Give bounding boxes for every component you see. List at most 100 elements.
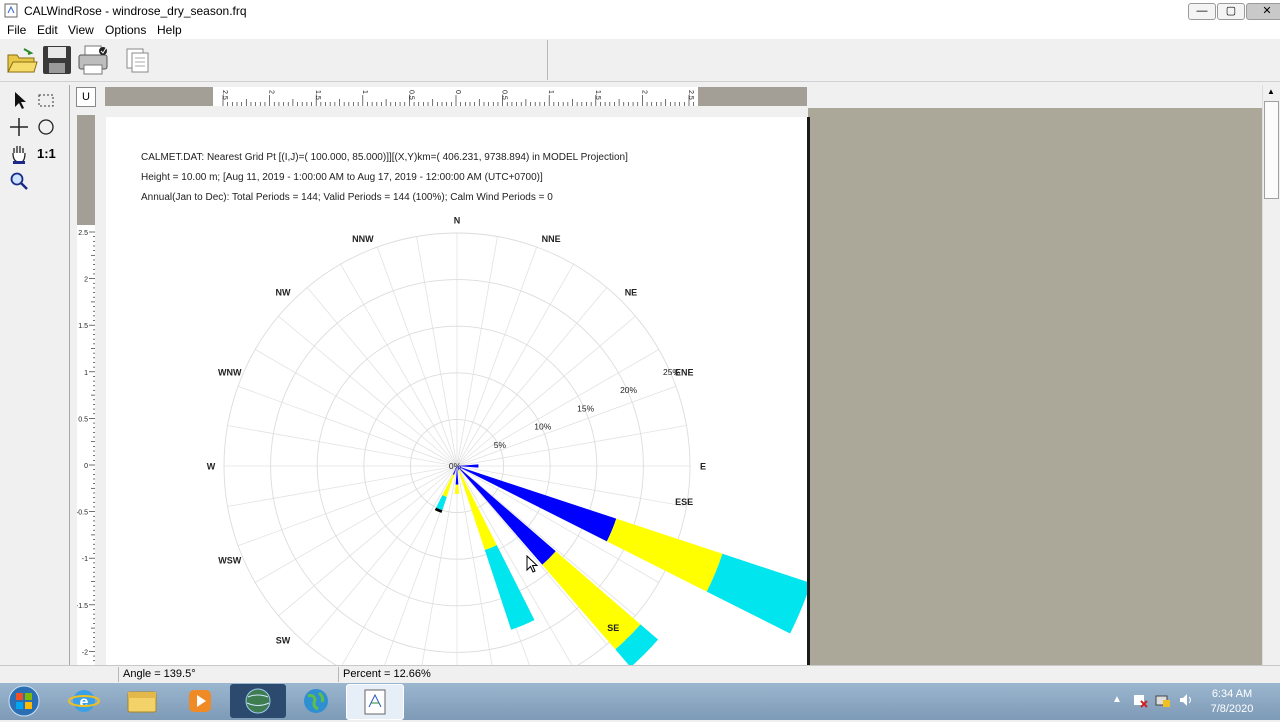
direction-label: WNW <box>218 367 242 377</box>
ruler-label: 2 <box>84 277 88 284</box>
ruler-label: -1 <box>82 556 88 563</box>
radial-spoke <box>278 315 458 467</box>
ruler-label: 0 <box>454 90 461 94</box>
media-player-icon[interactable] <box>172 684 228 718</box>
ruler-unit-button[interactable]: U <box>76 87 96 107</box>
direction-label: WSW <box>218 556 241 566</box>
menu-bar: File Edit View Options Help <box>0 21 1280 39</box>
wind-wedge <box>542 551 641 650</box>
globe-app-icon[interactable] <box>230 684 286 718</box>
wind-wedge <box>706 553 807 634</box>
ruler-margin-right <box>698 87 807 106</box>
ruler-label: 1.5 <box>314 90 321 100</box>
direction-label: N <box>454 216 461 226</box>
radial-spoke <box>306 287 458 467</box>
ruler-label: 1 <box>547 90 554 94</box>
radial-spoke <box>278 465 458 617</box>
wind-wedge <box>606 518 723 592</box>
direction-label: ESE <box>675 497 693 507</box>
print-icon[interactable] <box>76 43 110 77</box>
app-icon <box>4 3 18 18</box>
menu-edit[interactable]: Edit <box>37 23 58 37</box>
direction-label: SE <box>607 623 619 633</box>
save-disk-icon[interactable] <box>40 43 74 77</box>
ring-label: 15% <box>577 403 594 413</box>
tray-expand-icon[interactable]: ▲ <box>1112 694 1122 705</box>
ruler-label: 1 <box>361 90 368 94</box>
ruler-label: -1.5 <box>77 603 88 610</box>
vertical-ruler: 2.5 2 1.5 1 0.5 0 -0.5 -1 -1.5 -2 <box>76 225 95 665</box>
ruler-margin-left <box>105 87 213 106</box>
ie-icon[interactable]: e <box>56 684 112 718</box>
ruler-label: 2.5 <box>78 230 88 237</box>
arrow-pointer-icon[interactable] <box>8 89 30 111</box>
ruler-label: 2 <box>268 90 275 94</box>
wind-wedge <box>436 495 447 511</box>
scrollbar-thumb[interactable] <box>1264 101 1279 199</box>
ruler-label: 1.5 <box>594 90 601 100</box>
radial-spoke <box>421 465 458 665</box>
rect-select-icon[interactable] <box>35 89 57 111</box>
action-center-icon[interactable] <box>1132 692 1148 711</box>
tray-date: 7/8/2020 <box>1210 703 1254 715</box>
radial-spoke <box>456 287 608 467</box>
ruler-label: 0.5 <box>407 90 414 100</box>
radial-spoke <box>306 465 458 645</box>
ruler-label: 2.5 <box>221 90 228 100</box>
ruler-label: 0 <box>84 463 88 470</box>
title-bar: CALWindRose - windrose_dry_season.frq — … <box>0 0 1280 22</box>
ruler-margin-top <box>77 115 95 225</box>
plot-page: CALMET.DAT: Nearest Grid Pt [(I,J)=( 100… <box>106 117 810 665</box>
calwindrose-icon[interactable] <box>346 684 404 720</box>
mouse-cursor-icon <box>526 554 540 578</box>
ruler-label: 0.5 <box>78 416 88 423</box>
close-button[interactable]: ✕ <box>1246 3 1280 20</box>
explorer-icon[interactable] <box>114 684 170 718</box>
ruler-label: 0.5 <box>501 90 508 100</box>
toolbar <box>0 39 1280 82</box>
scroll-up-icon[interactable]: ▲ <box>1267 87 1275 96</box>
window-title: CALWindRose - windrose_dry_season.frq <box>24 4 247 18</box>
ring-label: 20% <box>620 385 637 395</box>
network-icon[interactable] <box>1155 692 1171 711</box>
direction-label: SW <box>276 635 291 645</box>
radial-spoke <box>456 315 636 467</box>
ruler-label: 1.5 <box>78 323 88 330</box>
ruler-label: 1 <box>84 370 88 377</box>
minimize-button[interactable]: — <box>1188 3 1216 20</box>
zoom-1to1-button[interactable]: 1:1 <box>37 146 56 161</box>
direction-label: NNE <box>542 234 561 244</box>
ruler-label: 2 <box>640 90 647 94</box>
crosshair-icon[interactable] <box>8 116 30 138</box>
maximize-button[interactable]: ▢ <box>1217 3 1245 20</box>
windows-start-icon[interactable] <box>4 684 44 721</box>
ruler-label: 2.5 <box>687 90 694 100</box>
tray-clock[interactable]: 6:34 AM 7/8/2020 <box>1200 688 1264 715</box>
direction-label: NW <box>276 288 291 298</box>
open-folder-icon[interactable] <box>4 43 38 77</box>
direction-label: NNW <box>352 234 374 244</box>
pan-hand-icon[interactable] <box>8 143 30 165</box>
ruler-label: -2 <box>82 649 88 656</box>
direction-label: W <box>207 462 216 472</box>
windrose-grid <box>223 232 691 665</box>
menu-view[interactable]: View <box>68 23 94 37</box>
ring-label: 10% <box>534 422 551 432</box>
wind-wedge <box>454 484 460 494</box>
circle-icon[interactable] <box>35 116 57 138</box>
windrose-chart: 0%5%10%15%20%25%NNNENEENEEESESESSESSSWSW… <box>207 216 807 665</box>
copy-icon[interactable] <box>120 43 154 77</box>
horizontal-ruler: 2.5 2 1.5 1 0.5 0 0.5 1 1.5 2 2.5 <box>213 87 698 106</box>
ruler-label: -0.5 <box>77 510 88 517</box>
menu-file[interactable]: File <box>7 23 26 37</box>
direction-label: NE <box>625 288 638 298</box>
menu-help[interactable]: Help <box>157 23 182 37</box>
menu-options[interactable]: Options <box>105 23 146 37</box>
canvas-background <box>808 108 1262 665</box>
earth-icon[interactable] <box>288 684 344 718</box>
ring-label: 5% <box>494 440 507 450</box>
volume-icon[interactable] <box>1178 692 1194 711</box>
toolbar-separator <box>547 40 548 80</box>
direction-label: ENE <box>675 367 694 377</box>
zoom-icon[interactable] <box>8 170 30 192</box>
